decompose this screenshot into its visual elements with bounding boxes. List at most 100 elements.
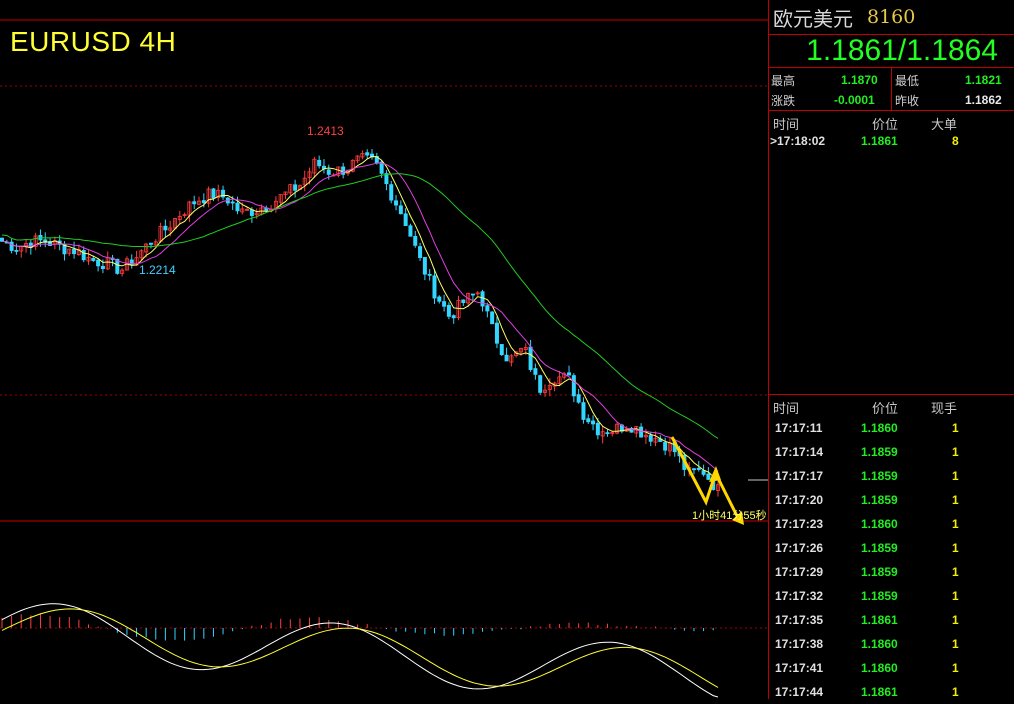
candle-body xyxy=(446,304,451,317)
candle-body xyxy=(533,368,538,375)
tick-price: 1.1859 xyxy=(861,541,898,555)
tick-row[interactable]: 17:17:17 1.1859 1 xyxy=(769,464,1014,488)
tick-row[interactable]: 17:17:38 1.1860 1 xyxy=(769,632,1014,656)
tick-row[interactable]: 17:17:35 1.1861 1 xyxy=(769,608,1014,632)
chart-title: EURUSD 4H xyxy=(10,26,177,57)
candle-body xyxy=(648,435,653,442)
ma-fast-line xyxy=(1,155,719,480)
macd-dea-line xyxy=(1,608,719,688)
candle-body xyxy=(293,184,298,191)
candle-body xyxy=(129,259,134,266)
candle-body xyxy=(91,258,96,261)
tick-price: 1.1860 xyxy=(861,517,898,531)
candle-body xyxy=(591,420,596,425)
tick-row[interactable]: 17:17:20 1.1859 1 xyxy=(769,488,1014,512)
candle-body xyxy=(706,473,711,480)
candle-body xyxy=(341,166,346,175)
candle-body xyxy=(696,467,701,470)
tick-price: 1.1859 xyxy=(861,445,898,459)
tick-row[interactable]: 17:17:23 1.1860 1 xyxy=(769,512,1014,536)
tick-size: 1 xyxy=(952,493,959,507)
candle-body xyxy=(413,235,418,246)
candle-body xyxy=(432,275,437,299)
candle-body xyxy=(211,188,216,199)
candle-body xyxy=(490,311,495,325)
candle-body xyxy=(494,322,499,344)
quote-panel: 欧元美元 8160 1.1861/1.1864 最高 1.1870 最低 1.1… xyxy=(768,0,1014,699)
tick-time: 17:17:20 xyxy=(775,493,824,507)
candle-body xyxy=(14,250,19,252)
tick-row[interactable]: 17:17:41 1.1860 1 xyxy=(769,656,1014,680)
big-order-row[interactable]: >17:18:02 1.1861 8 xyxy=(769,133,1014,151)
candle-body xyxy=(567,372,572,376)
tick-price: 1.1859 xyxy=(861,469,898,483)
big-orders-size-header: 大单 xyxy=(931,118,958,133)
candle-body xyxy=(605,432,610,435)
tick-price: 1.1859 xyxy=(861,493,898,507)
instrument-code: 8160 xyxy=(867,6,916,28)
candle-body xyxy=(586,418,591,423)
tick-time: 17:17:26 xyxy=(775,541,824,555)
chart-canvas[interactable] xyxy=(0,0,768,699)
candle-body xyxy=(538,375,543,393)
candle-body xyxy=(581,402,586,420)
big-orders-price-header: 价位 xyxy=(872,118,899,133)
candle-body xyxy=(408,225,413,237)
tick-size: 1 xyxy=(952,661,959,675)
tick-time-header: 时间 xyxy=(773,402,800,417)
candle-body xyxy=(437,296,442,302)
big-orders-section: 时间 价位 大单 >17:18:02 1.1861 8 xyxy=(769,111,1014,395)
high-label: 最高 xyxy=(771,74,796,88)
candle-body xyxy=(451,315,456,319)
tick-size: 1 xyxy=(952,469,959,483)
tick-price: 1.1859 xyxy=(861,565,898,579)
bar-countdown: 1小时41分55秒 xyxy=(692,510,767,522)
candle-body xyxy=(81,250,86,261)
high-price-label: 1.2413 xyxy=(307,124,344,138)
big-order-size: 8 xyxy=(952,134,959,148)
prev-close-label: 昨收 xyxy=(895,94,920,108)
tick-time: 17:17:23 xyxy=(775,517,824,531)
candle-body xyxy=(235,202,240,212)
tick-size: 1 xyxy=(952,613,959,627)
candle-body xyxy=(701,470,706,475)
price-chart[interactable]: EURUSD 4H 1.2413 1.2214 1小时41分55秒 xyxy=(0,0,768,699)
tick-price: 1.1860 xyxy=(861,637,898,651)
instrument-header: 欧元美元 8160 xyxy=(769,0,1014,35)
candle-body xyxy=(576,394,581,403)
tick-time: 17:17:11 xyxy=(775,421,823,435)
change-label: 涨跌 xyxy=(771,94,796,108)
tick-row[interactable]: 17:17:44 1.1861 1 xyxy=(769,680,1014,704)
tick-list: 时间 价位 现手 17:17:11 1.1860 1 17:17:14 1.1859 1 1… xyxy=(769,395,1014,704)
low-label: 最低 xyxy=(895,74,920,88)
candle-body xyxy=(394,200,399,206)
change-value: -0.0001 xyxy=(834,93,875,107)
candle-body xyxy=(422,257,427,275)
tick-row[interactable]: 17:17:11 1.1860 1 xyxy=(769,416,1014,440)
candle-body xyxy=(427,273,432,276)
tick-size: 1 xyxy=(952,541,959,555)
candle-body xyxy=(249,209,254,216)
big-orders-header: 时间 价位 大单 xyxy=(769,111,1014,133)
tick-row[interactable]: 17:17:29 1.1859 1 xyxy=(769,560,1014,584)
tick-time: 17:17:14 xyxy=(775,445,824,459)
tick-row[interactable]: 17:17:32 1.1859 1 xyxy=(769,584,1014,608)
tick-row[interactable]: 17:17:14 1.1859 1 xyxy=(769,440,1014,464)
candle-body xyxy=(148,242,153,245)
tick-price: 1.1859 xyxy=(861,589,898,603)
candle-body xyxy=(639,426,644,438)
candle-body xyxy=(480,291,485,307)
tick-size-header: 现手 xyxy=(931,402,958,417)
tick-size: 1 xyxy=(952,637,959,651)
candle-body xyxy=(72,248,77,255)
tick-row[interactable]: 17:17:26 1.1859 1 xyxy=(769,536,1014,560)
tick-size: 1 xyxy=(952,421,959,435)
candle-body xyxy=(201,200,206,204)
tick-price: 1.1861 xyxy=(861,685,898,699)
candle-body xyxy=(499,344,504,356)
tick-size: 1 xyxy=(952,685,959,699)
tick-time: 17:17:38 xyxy=(775,637,824,651)
candle-body xyxy=(317,159,322,167)
bid-ask-quote: 1.1861/1.1864 xyxy=(769,35,1014,68)
high-value: 1.1870 xyxy=(841,73,878,87)
